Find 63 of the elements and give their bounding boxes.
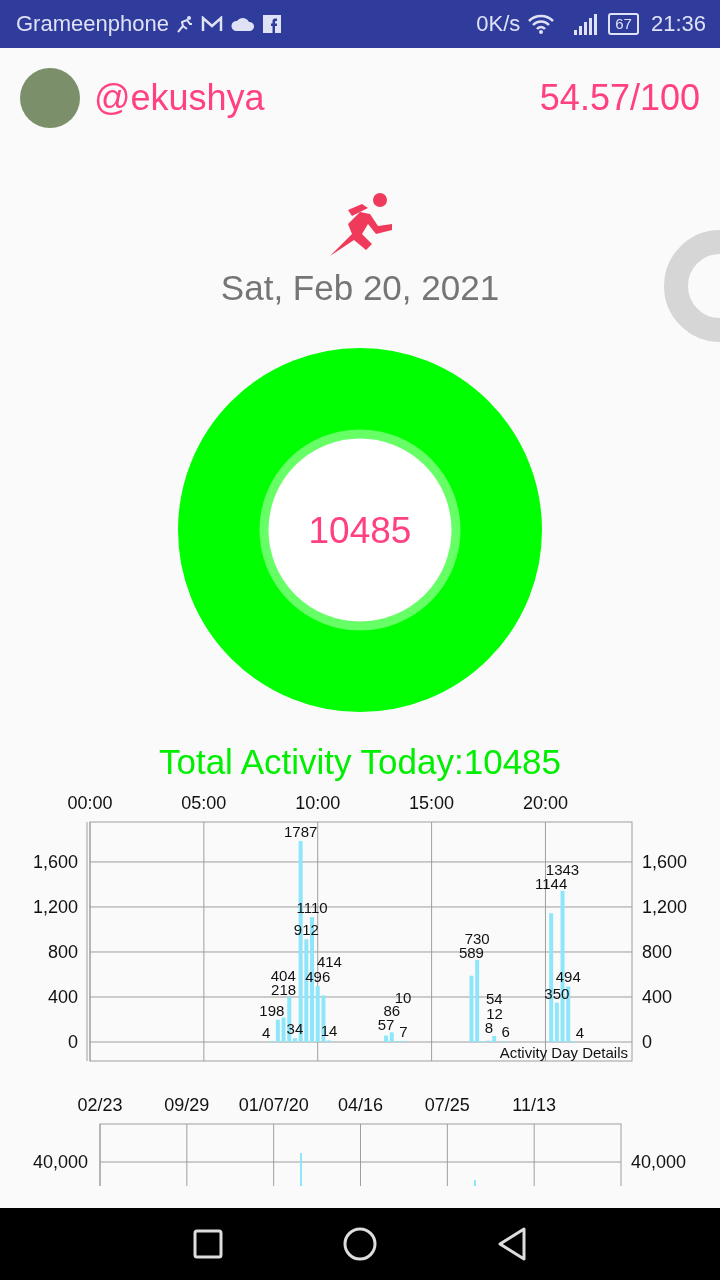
bar-value-label: 218	[271, 981, 297, 999]
x-axis-label: 00:00	[67, 793, 113, 813]
chart-description: Activity Day Details	[499, 1044, 628, 1061]
bar-value-label: 1343	[545, 860, 580, 878]
home-icon[interactable]	[343, 1227, 377, 1261]
bar-value-label: 494	[555, 968, 581, 986]
cloud-icon	[230, 17, 255, 31]
y-axis-label: 800	[47, 941, 78, 962]
mail-icon	[200, 16, 223, 32]
recents-icon[interactable]	[193, 1229, 223, 1259]
bar-value-label: 4	[262, 1023, 271, 1041]
bar-value-label: 496	[305, 968, 331, 986]
y-axis-label: 0	[642, 1032, 652, 1052]
bar-value-label: 1787	[283, 822, 318, 840]
bar-value-label: 414	[316, 953, 342, 971]
y-axis-label: 400	[642, 987, 673, 1007]
bar-value-label: 1144	[535, 875, 568, 893]
y-axis-label: 1,600	[32, 851, 78, 872]
runner-icon	[176, 15, 193, 33]
bar-value-label: 6	[501, 1023, 510, 1041]
bar-value-label: 54	[485, 989, 503, 1007]
bar-value-label: 34	[286, 1020, 304, 1038]
y-axis-label: 1,200	[32, 896, 78, 917]
x-axis-label: 11/13	[512, 1095, 557, 1115]
x-axis-label: 04/16	[338, 1095, 383, 1115]
bar-value-label: 7	[399, 1023, 408, 1041]
bar-value-label: 912	[293, 921, 319, 939]
clock: 21:36	[650, 11, 706, 37]
y-axis-label: 400	[47, 987, 78, 1007]
x-axis-label: 10:00	[295, 793, 341, 813]
x-axis-label: 05:00	[181, 793, 227, 813]
x-axis-label: 01/07/20	[238, 1095, 309, 1115]
carrier-name: Grameenphone	[16, 11, 169, 37]
y-axis-label: 40,000	[631, 1152, 687, 1172]
x-axis-label: 20:00	[522, 793, 568, 813]
x-axis-label: 09/29	[164, 1095, 210, 1115]
facebook-icon	[262, 15, 281, 33]
back-icon[interactable]	[497, 1227, 527, 1261]
bar-value-label: 1110	[296, 899, 328, 917]
y-axis-label: 1,600	[642, 851, 688, 872]
bar-value-label: 404	[270, 966, 296, 984]
y-axis-label: 0	[68, 1032, 78, 1052]
x-axis-label: 02/23	[77, 1095, 123, 1115]
bar-value-label: 8	[484, 1019, 493, 1037]
battery-icon: 67	[608, 13, 639, 35]
score: 54.57/100	[539, 77, 700, 119]
bar-value-label: 14	[320, 1022, 338, 1040]
wifi-icon	[528, 14, 555, 34]
ring-value: 10485	[308, 510, 412, 551]
y-axis-label: 1,200	[642, 896, 688, 917]
network-speed: 0K/s	[476, 11, 521, 37]
x-axis-label: 07/25	[424, 1095, 470, 1115]
date-label: Sat, Feb 20, 2021	[220, 268, 500, 308]
avatar[interactable]	[20, 68, 80, 128]
bar-value-label: 350	[544, 984, 570, 1002]
total-activity: Total Activity Today:10485	[158, 742, 562, 782]
x-axis-label: 15:00	[409, 793, 455, 813]
y-axis-label: 40,000	[32, 1152, 88, 1172]
bar-value-label: 4	[575, 1023, 585, 1041]
bar-value-label: 12	[486, 1004, 503, 1022]
username: @ekushya	[94, 77, 265, 119]
y-axis-label: 800	[642, 941, 673, 962]
bar-value-label: 198	[259, 1001, 285, 1019]
